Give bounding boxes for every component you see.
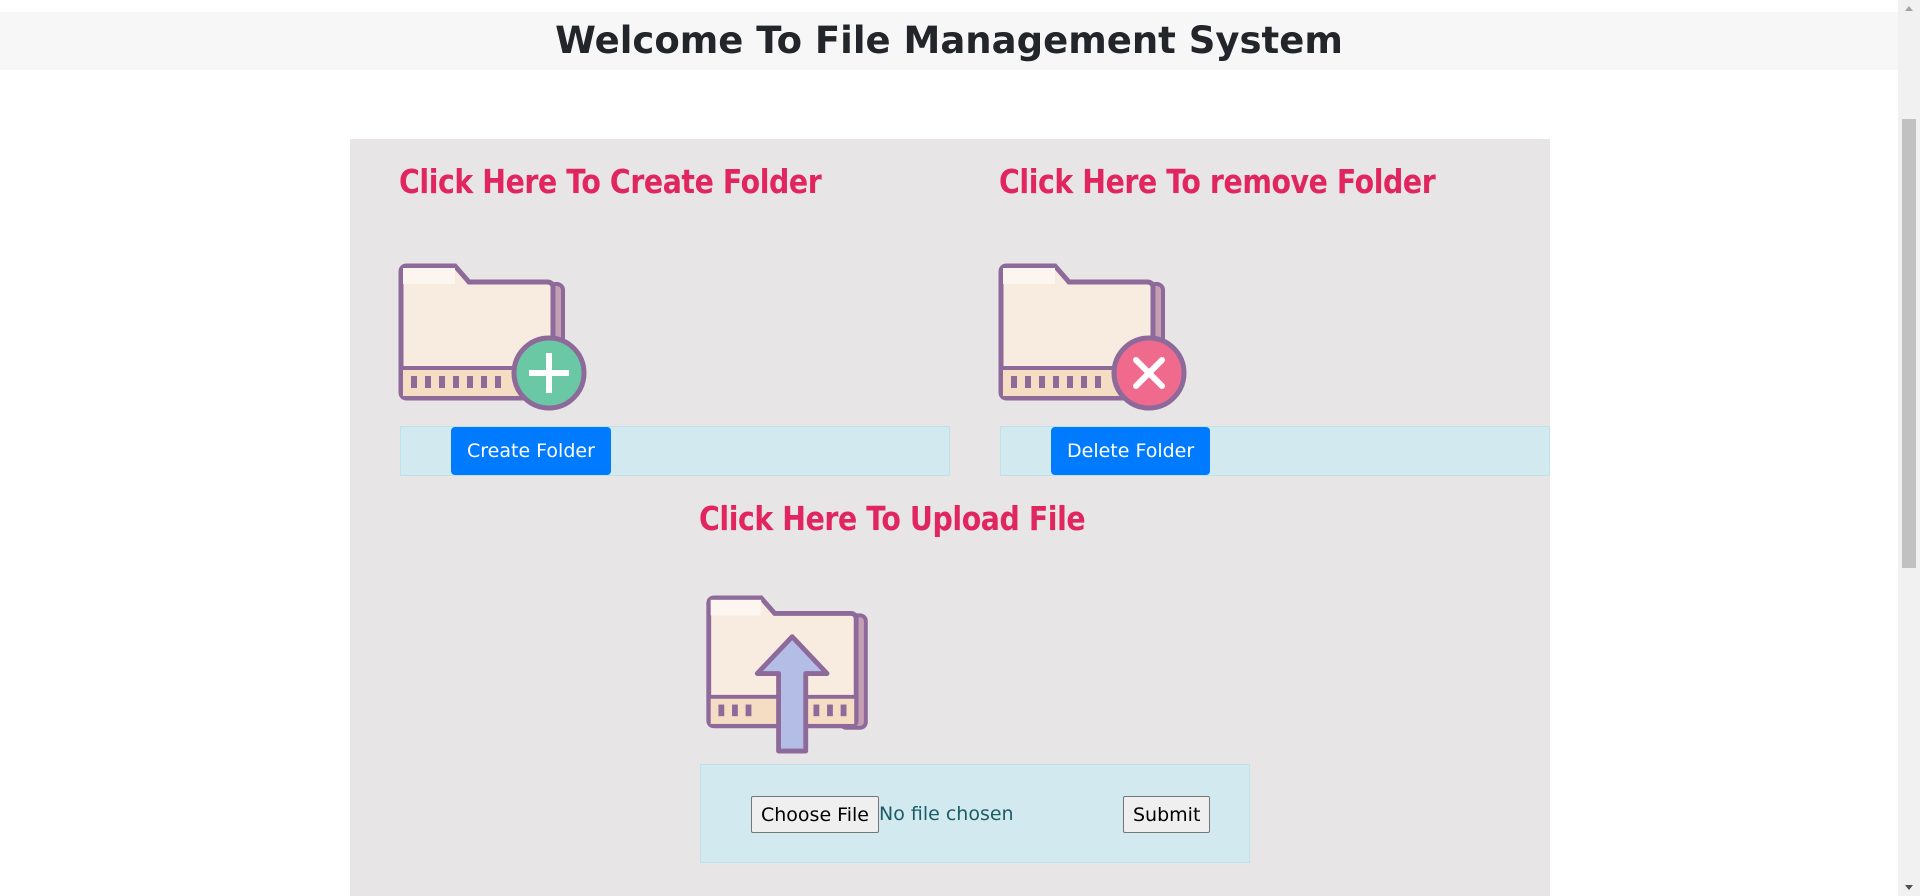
delete-folder-row: Delete Folder bbox=[1000, 426, 1550, 476]
delete-folder-button[interactable]: Delete Folder bbox=[1051, 427, 1211, 475]
vertical-scrollbar[interactable] bbox=[1898, 0, 1920, 896]
create-folder-button[interactable]: Create Folder bbox=[451, 427, 611, 475]
folder-delete-icon[interactable] bbox=[997, 262, 1187, 422]
page: Welcome To File Management System Click … bbox=[0, 0, 1920, 896]
upload-file-heading: Click Here To Upload File bbox=[699, 499, 1086, 538]
remove-folder-heading: Click Here To remove Folder bbox=[999, 162, 1436, 201]
create-folder-row: Create Folder bbox=[400, 426, 950, 476]
folder-upload-icon[interactable] bbox=[702, 594, 892, 754]
page-title: Welcome To File Management System bbox=[555, 19, 1343, 62]
file-status-text: No file chosen bbox=[879, 803, 1014, 825]
create-folder-heading: Click Here To Create Folder bbox=[399, 162, 822, 201]
scroll-down-icon[interactable] bbox=[1905, 885, 1913, 890]
submit-button[interactable]: Submit bbox=[1123, 796, 1211, 833]
scroll-up-icon[interactable] bbox=[1905, 6, 1913, 11]
header-bar: Welcome To File Management System bbox=[0, 12, 1898, 70]
scrollbar-thumb[interactable] bbox=[1902, 119, 1916, 568]
upload-row: Choose File No file chosen Submit bbox=[700, 764, 1250, 863]
choose-file-button[interactable]: Choose File bbox=[751, 796, 879, 833]
folder-add-icon[interactable] bbox=[397, 262, 587, 422]
